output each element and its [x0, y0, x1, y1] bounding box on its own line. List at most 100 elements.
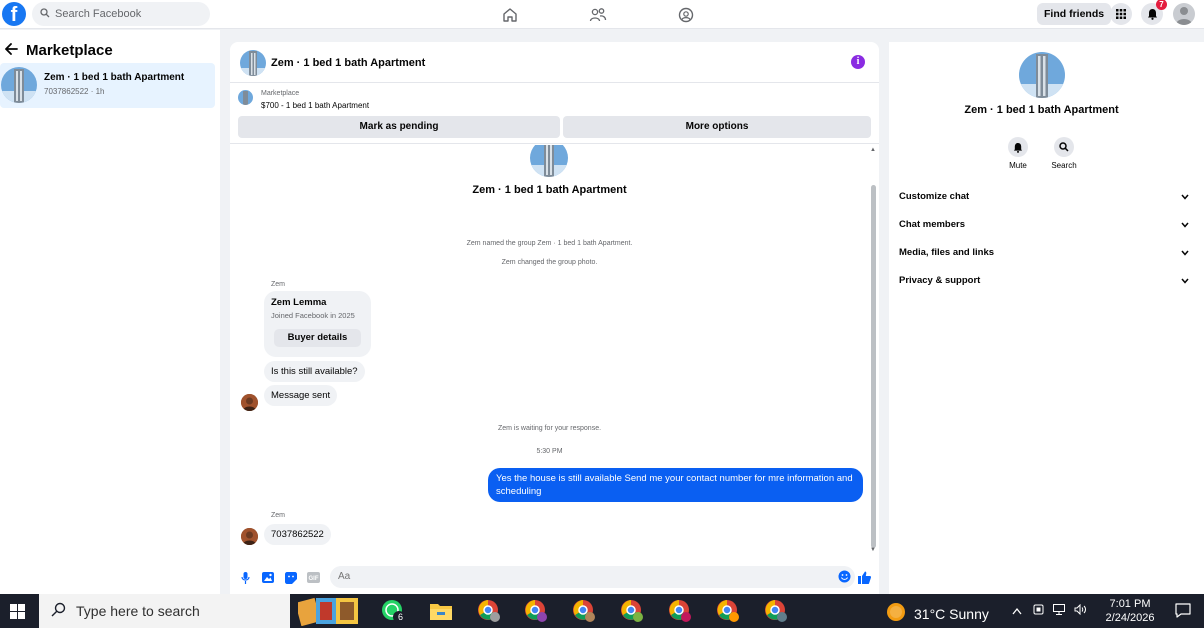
row-label: Customize chat	[899, 191, 970, 202]
message-list[interactable]: Zem · 1 bed 1 bath Apartment Zem named t…	[230, 145, 879, 565]
chat-thumbnail[interactable]	[240, 50, 266, 76]
more-options-button[interactable]: More options	[563, 116, 871, 138]
chat-members-row[interactable]: Chat members	[899, 219, 1189, 235]
search-input[interactable]	[55, 8, 195, 20]
chevron-down-icon	[1181, 276, 1189, 287]
taskbar-search[interactable]	[39, 594, 290, 628]
profile-avatar[interactable]	[1173, 3, 1195, 25]
chat-details-panel: Zem · 1 bed 1 bath Apartment Mute Search…	[889, 42, 1204, 594]
facebook-logo[interactable]: f	[2, 2, 26, 26]
sender-name: Zem	[271, 281, 285, 288]
search-highlight-image-icon[interactable]	[298, 597, 360, 626]
chevron-down-icon	[1181, 192, 1189, 203]
meet-now-icon[interactable]	[1033, 604, 1047, 618]
timestamp: 5:30 PM	[536, 448, 563, 455]
conversation-subtitle: 7037862522 · 1h	[44, 87, 105, 96]
group-title: Zem · 1 bed 1 bath Apartment	[472, 184, 627, 196]
file-explorer-icon[interactable]	[429, 599, 453, 623]
clock[interactable]: 7:01 PM 2/24/2026	[1100, 597, 1160, 625]
bell-icon	[1008, 137, 1028, 157]
message-bubble[interactable]: Message sent	[264, 385, 338, 406]
system-message: Zem named the group Zem · 1 bed 1 bath A…	[466, 240, 633, 247]
chrome-profile-icon[interactable]	[524, 599, 548, 623]
volume-icon[interactable]	[1074, 603, 1087, 618]
buyer-details-button[interactable]: Buyer details	[274, 329, 361, 347]
thumbs-up-icon[interactable]	[858, 571, 871, 584]
message-bubble[interactable]: 7037862522	[264, 524, 331, 545]
row-label: Privacy & support	[899, 275, 981, 286]
windows-start-icon[interactable]	[0, 594, 34, 628]
sticker-icon[interactable]	[284, 571, 297, 584]
weather-widget[interactable]: 31°C Sunny	[886, 602, 989, 625]
menu-grid-icon[interactable]	[1110, 3, 1132, 25]
group-photo	[530, 145, 568, 177]
info-icon[interactable]: i	[851, 55, 865, 69]
chevron-up-icon[interactable]	[1012, 606, 1025, 618]
whatsapp-badge: 6	[398, 612, 404, 622]
buyer-name: Zem Lemma	[271, 297, 327, 308]
sender-avatar[interactable]	[241, 528, 258, 545]
chrome-profile-icon[interactable]	[572, 599, 596, 623]
mark-as-pending-button[interactable]: Mark as pending	[238, 116, 560, 138]
back-arrow-icon[interactable]	[5, 43, 18, 58]
sender-avatar[interactable]	[241, 394, 258, 411]
chevron-down-icon	[1181, 220, 1189, 231]
system-message: Zem is waiting for your response.	[497, 425, 602, 432]
message-composer: GIF	[230, 563, 879, 594]
privacy-support-row[interactable]: Privacy & support	[899, 275, 1189, 291]
media-files-links-row[interactable]: Media, files and links	[899, 247, 1189, 263]
listing-thumbnail[interactable]	[238, 90, 253, 105]
photo-icon[interactable]	[261, 571, 274, 584]
chrome-profile-icon[interactable]	[477, 599, 501, 623]
network-icon[interactable]	[1053, 604, 1068, 618]
message-input[interactable]	[338, 571, 818, 582]
friends-icon[interactable]	[588, 5, 608, 25]
chrome-profile-icon[interactable]	[620, 599, 644, 623]
listing-price-title[interactable]: $700 - 1 bed 1 bath Apartment	[261, 101, 369, 110]
customize-chat-row[interactable]: Customize chat	[899, 191, 1189, 207]
weather-text: 31°C Sunny	[914, 605, 989, 622]
page-title: Marketplace	[26, 42, 113, 59]
system-tray	[1012, 603, 1087, 618]
buyer-joined: Joined Facebook in 2025	[271, 311, 355, 320]
chrome-profile-icon[interactable]	[764, 599, 788, 623]
chevron-down-icon	[1181, 248, 1189, 259]
message-bubble[interactable]: Is this still available?	[264, 361, 365, 382]
emoji-icon[interactable]	[838, 570, 851, 586]
chat-title[interactable]: Zem · 1 bed 1 bath Apartment	[271, 57, 425, 69]
listing-banner: Marketplace $700 - 1 bed 1 bath Apartmen…	[230, 84, 879, 144]
message-input-box[interactable]	[330, 566, 855, 588]
find-friends-button[interactable]: Find friends	[1037, 3, 1112, 25]
whatsapp-icon[interactable]: 6	[381, 599, 405, 623]
listing-source: Marketplace	[261, 90, 300, 97]
gif-icon[interactable]: GIF	[307, 571, 320, 584]
top-bar: f Find friends 7	[0, 0, 1204, 29]
group-photo-large[interactable]	[1019, 52, 1065, 98]
groups-icon[interactable]	[676, 5, 696, 25]
taskbar-search-input[interactable]	[76, 603, 276, 619]
system-message: Zem changed the group photo.	[501, 259, 598, 266]
scrollbar-thumb[interactable]	[871, 185, 876, 548]
sun-icon	[886, 602, 906, 625]
chrome-profile-icon[interactable]	[716, 599, 740, 623]
scroll-up-arrow-icon[interactable]: ▲	[870, 147, 876, 153]
marketplace-inbox-panel: Marketplace Zem · 1 bed 1 bath Apartment…	[0, 30, 220, 594]
home-icon[interactable]	[500, 5, 520, 25]
chat-panel: Zem · 1 bed 1 bath Apartment i Marketpla…	[230, 42, 879, 594]
conversation-item[interactable]: Zem · 1 bed 1 bath Apartment 7037862522 …	[0, 63, 215, 108]
row-label: Media, files and links	[899, 247, 995, 258]
scroll-down-arrow-icon[interactable]: ▼	[870, 547, 876, 553]
microphone-icon[interactable]	[239, 571, 252, 584]
chrome-profile-icon[interactable]	[668, 599, 692, 623]
search-chat-button[interactable]: Search	[1044, 137, 1084, 170]
apartment-thumbnail	[1, 67, 37, 103]
windows-taskbar: 6 31°C Sunny	[0, 594, 1204, 628]
search-box[interactable]	[32, 2, 210, 26]
clock-time: 7:01 PM	[1109, 598, 1151, 610]
action-center-icon[interactable]	[1175, 603, 1191, 621]
mute-button[interactable]: Mute	[998, 137, 1038, 170]
search-icon	[1054, 137, 1074, 157]
clock-date: 2/24/2026	[1105, 612, 1155, 624]
my-message-bubble[interactable]: Yes the house is still available Send me…	[488, 468, 863, 502]
row-label: Chat members	[899, 219, 965, 230]
